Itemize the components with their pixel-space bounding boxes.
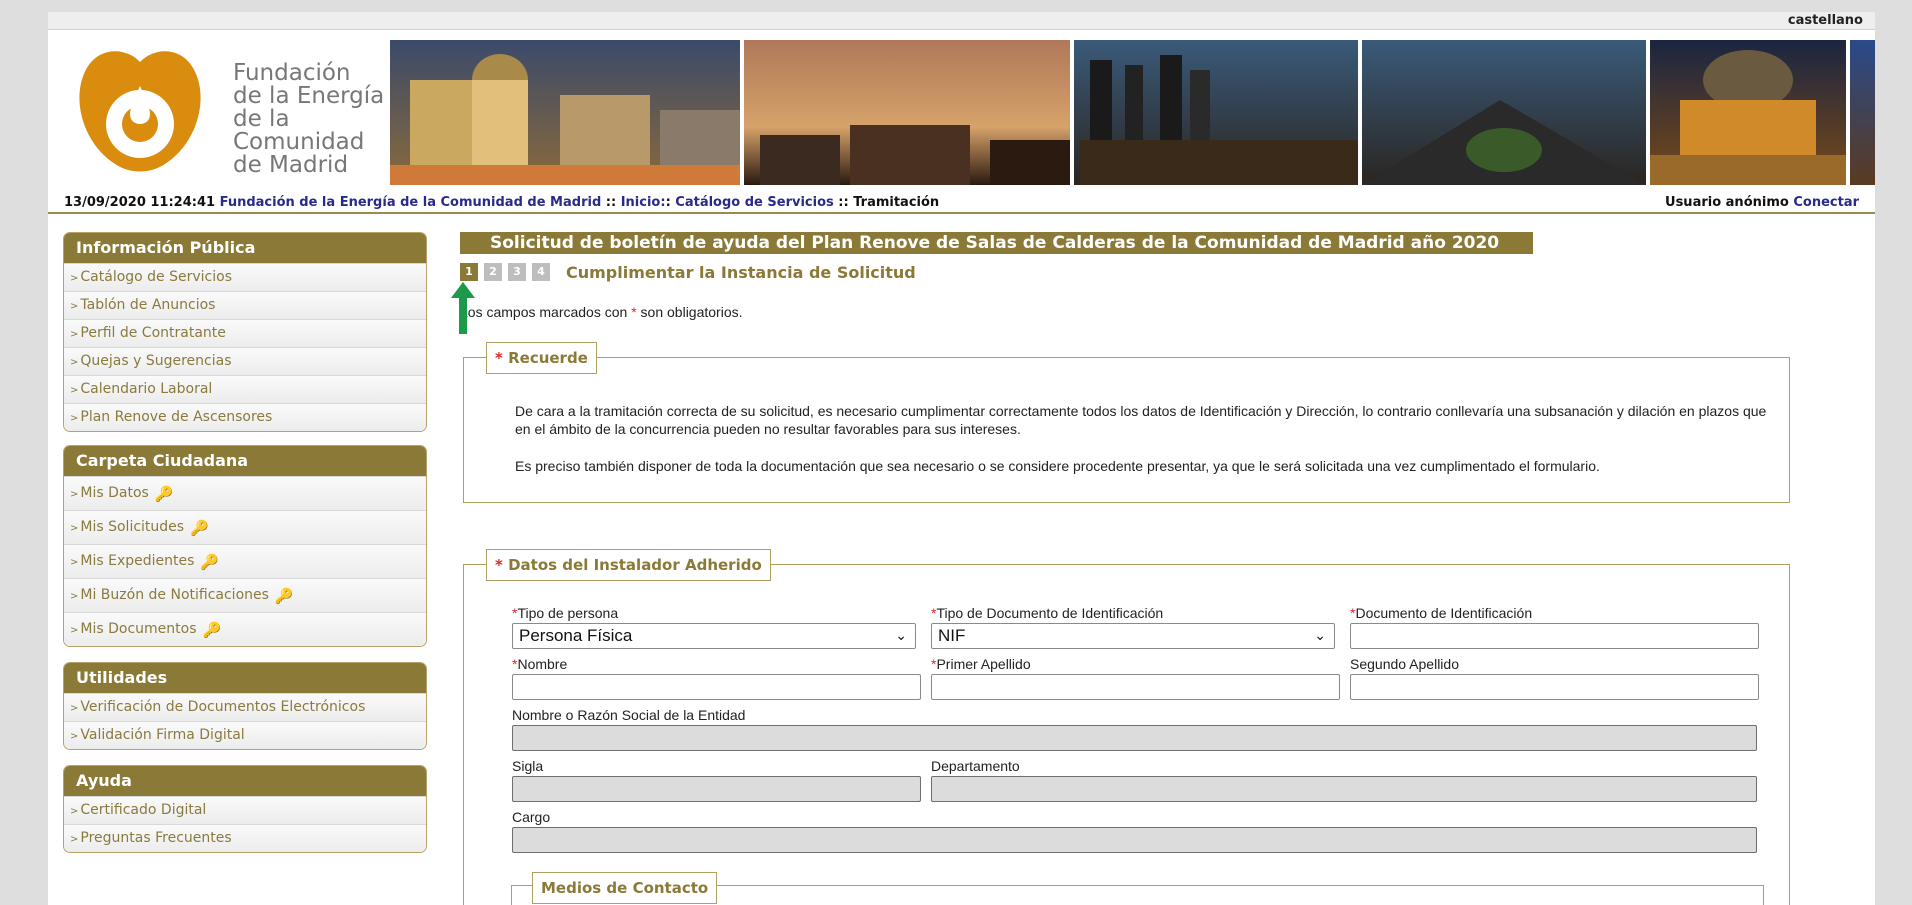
step-label: Cumplimentar la Instancia de Solicitud	[566, 263, 916, 282]
primer-apellido-label: *Primer Apellido	[931, 656, 1031, 672]
page: castellano Fundación de la Energía de la…	[48, 12, 1875, 905]
up-arrow-icon	[451, 282, 475, 334]
sidebar-carpeta-title: Carpeta Ciudadana	[64, 446, 426, 476]
header-divider	[48, 212, 1875, 214]
required-note: Los campos marcados con * son obligatori…	[460, 304, 743, 320]
sidebar-ayuda-title: Ayuda	[64, 766, 426, 796]
breadcrumb-catalogo-link[interactable]: Catálogo de Servicios	[675, 195, 833, 210]
segundo-apellido-input[interactable]	[1350, 674, 1759, 700]
step-4: 4	[532, 263, 550, 281]
chevron-down-icon: ⌄	[895, 627, 907, 643]
tipo-documento-select[interactable]: NIF ⌄	[931, 623, 1335, 649]
foundation-logo[interactable]	[70, 44, 210, 184]
language-selector[interactable]: castellano	[1788, 13, 1863, 28]
razon-social-label: Nombre o Razón Social de la Entidad	[512, 707, 746, 723]
sidebar-item-quejas[interactable]: > Quejas y Sugerencias	[64, 347, 426, 375]
nombre-input[interactable]	[512, 674, 921, 700]
page-title: Solicitud de boletín de ayuda del Plan R…	[460, 232, 1533, 254]
key-icon: 🔑	[190, 519, 209, 537]
tipo-persona-label: *Tipo de persona	[512, 605, 619, 621]
user-label: Usuario anónimo	[1665, 195, 1789, 210]
breadcrumb: 13/09/2020 11:24:41 Fundación de la Ener…	[64, 195, 940, 210]
user-status: Usuario anónimo Conectar	[1665, 195, 1859, 210]
sidebar-publica-title: Información Pública	[64, 233, 426, 263]
sigla-label: Sigla	[512, 758, 544, 774]
chevron-down-icon: ⌄	[1314, 627, 1326, 643]
sigla-input[interactable]	[512, 776, 921, 802]
recuerde-paragraph-2: Es preciso también disponer de toda la d…	[515, 458, 1600, 474]
top-bar: castellano	[48, 12, 1875, 30]
sidebar-publica: Información Pública > Catálogo de Servici…	[63, 232, 427, 432]
primer-apellido-input[interactable]	[931, 674, 1340, 700]
sidebar-item-mis-solicitudes[interactable]: > Mis Solicitudes 🔑	[64, 510, 426, 544]
departamento-input[interactable]	[931, 776, 1757, 802]
departamento-label: Departamento	[931, 758, 1020, 774]
sidebar-item-buzon[interactable]: > Mi Buzón de Notificaciones 🔑	[64, 578, 426, 612]
recuerde-legend: * Recuerde	[486, 342, 597, 374]
sidebar-item-mis-documentos[interactable]: > Mis Documentos 🔑	[64, 612, 426, 646]
sidebar-carpeta: Carpeta Ciudadana > Mis Datos 🔑 > Mis Solic…	[63, 445, 427, 647]
tipo-persona-select[interactable]: Persona Física ⌄	[512, 623, 916, 649]
sidebar-item-certificado[interactable]: > Certificado Digital	[64, 796, 426, 824]
key-icon: 🔑	[154, 485, 174, 503]
step-3: 3	[508, 263, 526, 281]
razon-social-input[interactable]	[512, 725, 1757, 751]
contacto-legend: Medios de Contacto	[532, 872, 718, 904]
breadcrumb-inicio-link[interactable]: Inicio:	[621, 195, 666, 210]
documento-label: *Documento de Identificación	[1350, 605, 1533, 621]
sidebar-item-perfil[interactable]: > Perfil de Contratante	[64, 319, 426, 347]
nombre-label: *Nombre	[512, 656, 568, 672]
sidebar-item-verificacion[interactable]: > Verificación de Documentos Electrónicos	[64, 693, 426, 721]
sidebar-utilidades-title: Utilidades	[64, 663, 426, 693]
sidebar-item-preguntas[interactable]: > Preguntas Frecuentes	[64, 824, 426, 852]
cargo-input[interactable]	[512, 827, 1757, 853]
step-1: 1	[460, 263, 478, 281]
key-icon: 🔑	[202, 621, 222, 639]
sidebar-item-renove[interactable]: > Plan Renove de Ascensores	[64, 403, 426, 431]
tipo-documento-label: *Tipo de Documento de Identificación	[931, 605, 1164, 621]
documento-input[interactable]	[1350, 623, 1759, 649]
sidebar-item-mis-expedientes[interactable]: > Mis Expedientes 🔑	[64, 544, 426, 578]
key-icon: 🔑	[200, 553, 220, 571]
madrid-banner-image	[390, 40, 1875, 185]
sidebar-ayuda: Ayuda > Certificado Digital > Preguntas Fr…	[63, 765, 427, 853]
cargo-label: Cargo	[512, 809, 551, 825]
segundo-apellido-label: Segundo Apellido	[1350, 656, 1459, 672]
logo-text: Fundación de la Energía de la Comunidad …	[233, 60, 385, 178]
datetime: 13/09/2020 11:24:41	[64, 195, 216, 210]
sidebar-item-mis-datos[interactable]: > Mis Datos 🔑	[64, 476, 426, 510]
breadcrumb-org-link[interactable]: Fundación de la Energía de la Comunidad …	[220, 195, 602, 210]
connect-link[interactable]: Conectar	[1793, 195, 1859, 210]
sidebar-item-tablon[interactable]: > Tablón de Anuncios	[64, 291, 426, 319]
breadcrumb-current: Tramitación	[853, 195, 940, 210]
sidebar-utilidades: Utilidades > Verificación de Documentos E…	[63, 662, 427, 750]
recuerde-paragraph-1: De cara a la tramitación correcta de su …	[515, 403, 1767, 437]
instalador-legend: * Datos del Instalador Adherido	[486, 549, 771, 581]
sidebar-item-calendario[interactable]: > Calendario Laboral	[64, 375, 426, 403]
key-icon: 🔑	[274, 587, 294, 605]
sidebar-item-catalogo[interactable]: > Catálogo de Servicios	[64, 263, 426, 291]
sidebar-item-firma[interactable]: > Validación Firma Digital	[64, 721, 426, 749]
step-2: 2	[484, 263, 502, 281]
